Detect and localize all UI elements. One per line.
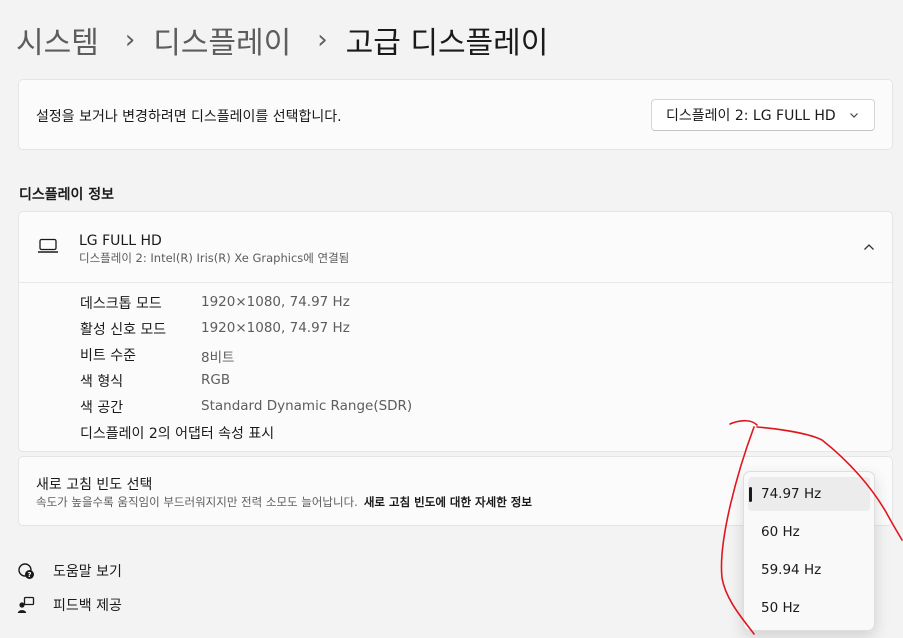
chevron-down-icon [850,113,858,118]
property-label: 색 형식 [80,374,124,390]
property-value: 8비트 [201,350,235,366]
refresh-rate-option[interactable]: 60 Hz [748,515,870,549]
display-info-card: LG FULL HD 디스플레이 2: Intel(R) Iris(R) Xe … [18,211,893,452]
refresh-rate-title: 새로 고침 빈도 선택 [36,477,153,493]
property-label: 색 공간 [80,400,124,416]
breadcrumb-separator-icon: › [124,25,136,55]
refresh-rate-option[interactable]: 59.94 Hz [748,553,870,587]
refresh-rate-menu: 74.97 Hz 60 Hz 59.94 Hz 50 Hz [743,471,875,631]
breadcrumb-system[interactable]: 시스템 [16,18,99,62]
display-select-card: 설정을 보거나 변경하려면 디스플레이를 선택합니다. 디스플레이 2: LG … [18,79,893,150]
display-info-header[interactable]: LG FULL HD 디스플레이 2: Intel(R) Iris(R) Xe … [19,212,892,283]
refresh-rate-learn-more-link[interactable]: 새로 고침 빈도에 대한 자세한 정보 [364,495,532,509]
property-value: 1920×1080, 74.97 Hz [201,294,350,310]
breadcrumb: 시스템 › 디스플레이 › 고급 디스플레이 [16,16,548,64]
laptop-icon [38,238,58,253]
breadcrumb-display[interactable]: 디스플레이 [153,18,291,62]
svg-text:?: ? [27,571,31,579]
property-label: 비트 수준 [80,348,136,364]
section-title-display-info: 디스플레이 정보 [19,187,115,203]
feedback-link[interactable]: 피드백 제공 [17,595,122,615]
property-label: 데스크톱 모드 [80,296,162,312]
display-name: LG FULL HD [79,233,162,249]
property-value: Standard Dynamic Range(SDR) [201,398,413,414]
display-dropdown[interactable]: 디스플레이 2: LG FULL HD [651,99,875,131]
display-subtitle: 디스플레이 2: Intel(R) Iris(R) Xe Graphics에 연… [79,251,350,265]
property-value: RGB [201,372,231,388]
display-dropdown-value: 디스플레이 2: LG FULL HD [666,108,836,124]
help-icon: ? [18,563,34,579]
feedback-icon [17,596,35,613]
adapter-properties-link[interactable]: 디스플레이 2의 어댑터 속성 표시 [80,423,274,443]
display-select-prompt: 설정을 보거나 변경하려면 디스플레이를 선택합니다. [36,109,342,125]
refresh-rate-option-selected[interactable]: 74.97 Hz [748,477,870,511]
breadcrumb-separator-icon: › [317,25,328,55]
refresh-rate-description-text: 속도가 높을수록 움직임이 부드러워지지만 전력 소모도 늘어납니다. [36,495,358,509]
page-title: 고급 디스플레이 [345,26,549,61]
refresh-rate-option[interactable]: 50 Hz [748,591,870,625]
property-label: 활성 신호 모드 [80,322,167,338]
help-label: 도움말 보기 [53,564,122,580]
refresh-rate-description: 속도가 높을수록 움직임이 부드러워지지만 전력 소모도 늘어납니다. 새로 고침… [36,494,532,510]
property-value: 1920×1080, 74.97 Hz [201,320,350,336]
feedback-label: 피드백 제공 [53,598,122,614]
chevron-up-icon[interactable] [862,240,876,254]
help-link[interactable]: ? 도움말 보기 [17,561,122,581]
